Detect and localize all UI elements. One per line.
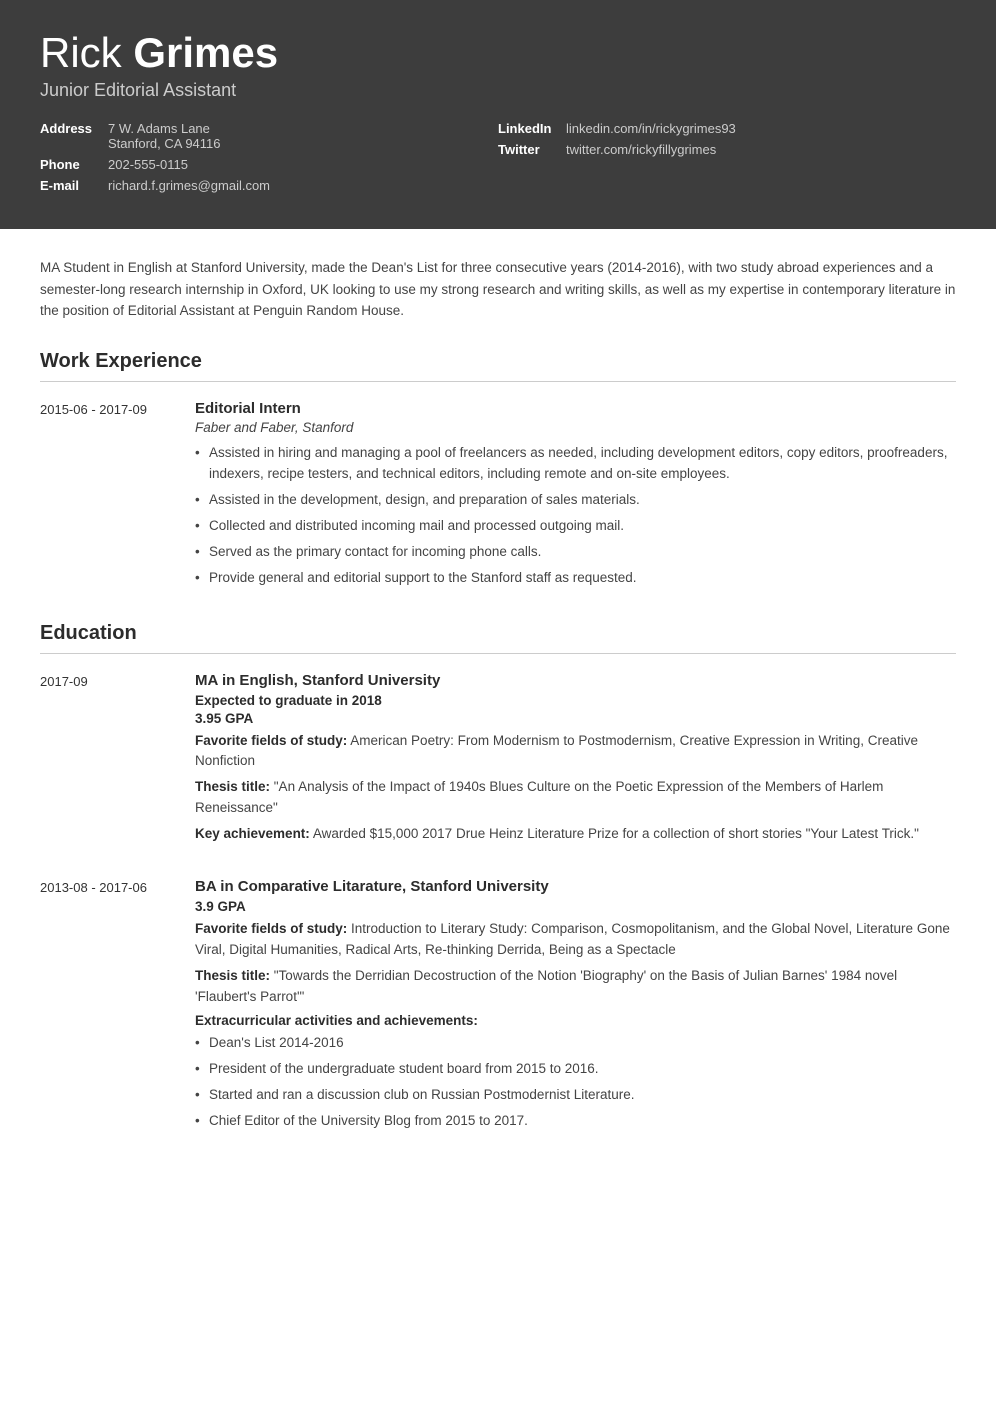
address-value: 7 W. Adams Lane Stanford, CA 94116: [108, 121, 221, 151]
edu-thesis-label-1: Thesis title:: [195, 968, 270, 983]
contact-right: LinkedIn linkedin.com/in/rickygrimes93 T…: [498, 121, 956, 199]
edu-date-0: 2017-09: [40, 672, 195, 851]
header-contact: Address 7 W. Adams Lane Stanford, CA 941…: [40, 121, 956, 199]
edu-entry-0: 2017-09 MA in English, Stanford Universi…: [40, 672, 956, 851]
main-content: MA Student in English at Stanford Univer…: [0, 229, 996, 1192]
edu-favorite-label-0: Favorite fields of study:: [195, 733, 347, 748]
work-bullet-0-2: Collected and distributed incoming mail …: [195, 516, 956, 537]
edu-favorite-1: Favorite fields of study: Introduction t…: [195, 919, 956, 961]
phone-label: Phone: [40, 157, 100, 172]
edu-extracurricular-bullets-1: Dean's List 2014-2016 President of the u…: [195, 1033, 956, 1132]
work-company-0: Faber and Faber, Stanford: [195, 420, 956, 435]
address-line2: Stanford, CA 94116: [108, 136, 221, 151]
edu-date-1: 2013-08 - 2017-06: [40, 878, 195, 1136]
phone-item: Phone 202-555-0115: [40, 157, 498, 172]
header: Rick Grimes Junior Editorial Assistant A…: [0, 0, 996, 229]
work-experience-title: Work Experience: [40, 350, 956, 382]
edu-degree-1: BA in Comparative Litarature, Stanford U…: [195, 878, 956, 895]
work-entry-0: 2015-06 - 2017-09 Editorial Intern Faber…: [40, 400, 956, 594]
education-title: Education: [40, 622, 956, 654]
work-date-0: 2015-06 - 2017-09: [40, 400, 195, 594]
edu-degree-0: MA in English, Stanford University: [195, 672, 956, 689]
twitter-label: Twitter: [498, 142, 558, 157]
email-label: E-mail: [40, 178, 100, 193]
work-bullet-0-0: Assisted in hiring and managing a pool o…: [195, 443, 956, 485]
edu-extra-bullet-1-1: President of the undergraduate student b…: [195, 1059, 956, 1080]
twitter-value: twitter.com/rickyfillygrimes: [566, 142, 716, 157]
edu-extra-bullet-1-2: Started and ran a discussion club on Rus…: [195, 1085, 956, 1106]
education-section: Education 2017-09 MA in English, Stanfor…: [40, 622, 956, 1137]
edu-extracurricular-label-1: Extracurricular activities and achieveme…: [195, 1013, 956, 1028]
edu-extra-bullet-1-0: Dean's List 2014-2016: [195, 1033, 956, 1054]
summary: MA Student in English at Stanford Univer…: [40, 257, 956, 322]
edu-thesis-label-0: Thesis title:: [195, 779, 270, 794]
edu-thesis-value-1: "Towards the Derridian Decostruction of …: [195, 968, 897, 1004]
address-line1: 7 W. Adams Lane: [108, 121, 210, 136]
work-bullet-0-4: Provide general and editorial support to…: [195, 568, 956, 589]
edu-body-0: MA in English, Stanford University Expec…: [195, 672, 956, 851]
edu-gpa-0: 3.95 GPA: [195, 711, 956, 726]
header-title: Junior Editorial Assistant: [40, 80, 956, 101]
edu-thesis-1: Thesis title: "Towards the Derridian Dec…: [195, 966, 956, 1008]
edu-favorite-0: Favorite fields of study: American Poetr…: [195, 731, 956, 773]
edu-gpa-1: 3.9 GPA: [195, 899, 956, 914]
edu-achievement-0: Key achievement: Awarded $15,000 2017 Dr…: [195, 824, 956, 845]
address-label: Address: [40, 121, 100, 136]
work-bullet-0-1: Assisted in the development, design, and…: [195, 490, 956, 511]
edu-thesis-0: Thesis title: "An Analysis of the Impact…: [195, 777, 956, 819]
work-bullet-0-3: Served as the primary contact for incomi…: [195, 542, 956, 563]
linkedin-value: linkedin.com/in/rickygrimes93: [566, 121, 736, 136]
contact-left: Address 7 W. Adams Lane Stanford, CA 941…: [40, 121, 498, 199]
header-name: Rick Grimes: [40, 30, 956, 76]
linkedin-item: LinkedIn linkedin.com/in/rickygrimes93: [498, 121, 956, 136]
twitter-item: Twitter twitter.com/rickyfillygrimes: [498, 142, 956, 157]
phone-value: 202-555-0115: [108, 157, 188, 172]
last-name: Grimes: [133, 29, 278, 76]
edu-entry-1: 2013-08 - 2017-06 BA in Comparative Lita…: [40, 878, 956, 1136]
edu-expected-0: Expected to graduate in 2018: [195, 693, 956, 708]
address-item: Address 7 W. Adams Lane Stanford, CA 941…: [40, 121, 498, 151]
edu-favorite-label-1: Favorite fields of study:: [195, 921, 347, 936]
edu-extra-bullet-1-3: Chief Editor of the University Blog from…: [195, 1111, 956, 1132]
work-body-0: Editorial Intern Faber and Faber, Stanfo…: [195, 400, 956, 594]
work-title-0: Editorial Intern: [195, 400, 956, 417]
work-bullets-0: Assisted in hiring and managing a pool o…: [195, 443, 956, 589]
email-item: E-mail richard.f.grimes@gmail.com: [40, 178, 498, 193]
edu-thesis-value-0: "An Analysis of the Impact of 1940s Blue…: [195, 779, 883, 815]
work-experience-section: Work Experience 2015-06 - 2017-09 Editor…: [40, 350, 956, 594]
email-value: richard.f.grimes@gmail.com: [108, 178, 270, 193]
edu-achievement-label-0: Key achievement:: [195, 826, 310, 841]
edu-body-1: BA in Comparative Litarature, Stanford U…: [195, 878, 956, 1136]
first-name: Rick: [40, 29, 133, 76]
edu-achievement-value-0: Awarded $15,000 2017 Drue Heinz Literatu…: [310, 826, 919, 841]
linkedin-label: LinkedIn: [498, 121, 558, 136]
